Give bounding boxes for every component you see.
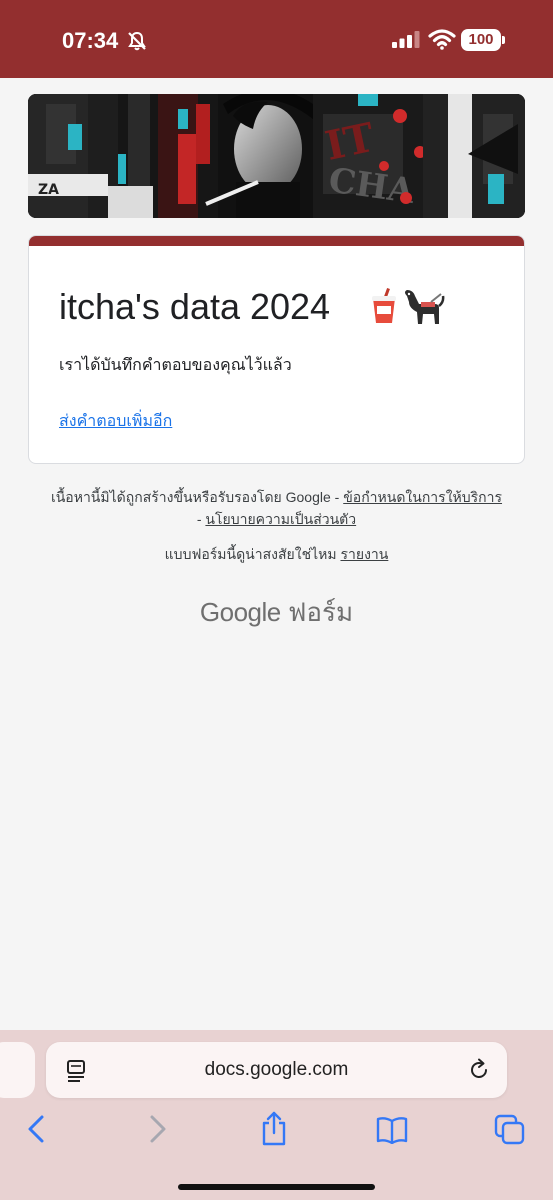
report-abuse: แบบฟอร์มนี้ดูน่าสงสัยใช่ไหม รายงาน (0, 544, 553, 566)
status-bar: 07:34 100 (0, 0, 553, 78)
battery-level: 100 (468, 31, 494, 48)
form-title: itcha's data 2024 (59, 286, 331, 327)
battery-cap (502, 36, 505, 44)
reload-icon[interactable] (467, 1058, 491, 1082)
clock-time: 07:34 (62, 28, 119, 53)
cup-with-straw-icon (372, 288, 396, 323)
svg-text:ZA: ZA (38, 182, 59, 198)
bookmarks-icon[interactable] (376, 1116, 408, 1144)
signal-icon (392, 31, 420, 48)
disclaimer-text: เนื้อหานี้มิได้ถูกสร้างขึ้นหรือรับรองโดย… (50, 489, 344, 505)
confirmation-card: itcha's data 2024 เราได้บันทึกคำตอบของคุ… (28, 235, 525, 464)
confirmation-message: เราได้บันทึกคำตอบของคุณไว้แล้ว (59, 357, 292, 374)
service-dog-icon (405, 290, 445, 324)
submit-another-response-link[interactable]: ส่งคำตอบเพิ่มอีก (59, 409, 172, 434)
forward-icon[interactable] (146, 1114, 168, 1144)
forms-wordmark: ฟอร์ม (280, 597, 354, 627)
header-collage-graphic: IT CHA ZA (28, 94, 525, 218)
google-forms-logo[interactable]: Google ฟอร์ม (0, 592, 553, 633)
back-icon[interactable] (26, 1114, 48, 1144)
disclaimer: เนื้อหานี้มิได้ถูกสร้างขึ้นหรือรับรองโดย… (50, 486, 503, 530)
home-indicator[interactable] (178, 1184, 375, 1190)
browser-toolbar: docs.google.com (0, 1030, 553, 1200)
terms-of-service-link[interactable]: ข้อกำหนดในการให้บริการ (343, 489, 502, 505)
tabs-icon[interactable] (494, 1114, 526, 1146)
wifi-icon (428, 29, 456, 50)
form-header-image: IT CHA ZA (28, 94, 525, 218)
svg-text:IT: IT (321, 114, 378, 170)
privacy-policy-link[interactable]: นโยบายความเป็นส่วนตัว (205, 511, 356, 527)
share-icon[interactable] (260, 1110, 288, 1146)
report-link[interactable]: รายงาน (340, 546, 388, 562)
report-question: แบบฟอร์มนี้ดูน่าสงสัยใช่ไหม (164, 546, 341, 562)
card-accent-bar (29, 236, 524, 246)
previous-tab-preview[interactable] (0, 1042, 35, 1098)
battery-icon: 100 (461, 29, 501, 51)
google-wordmark: Google (199, 597, 281, 627)
bell-slash-icon (128, 31, 146, 51)
url-text: docs.google.com (204, 1059, 349, 1080)
address-bar[interactable]: docs.google.com (46, 1042, 507, 1098)
